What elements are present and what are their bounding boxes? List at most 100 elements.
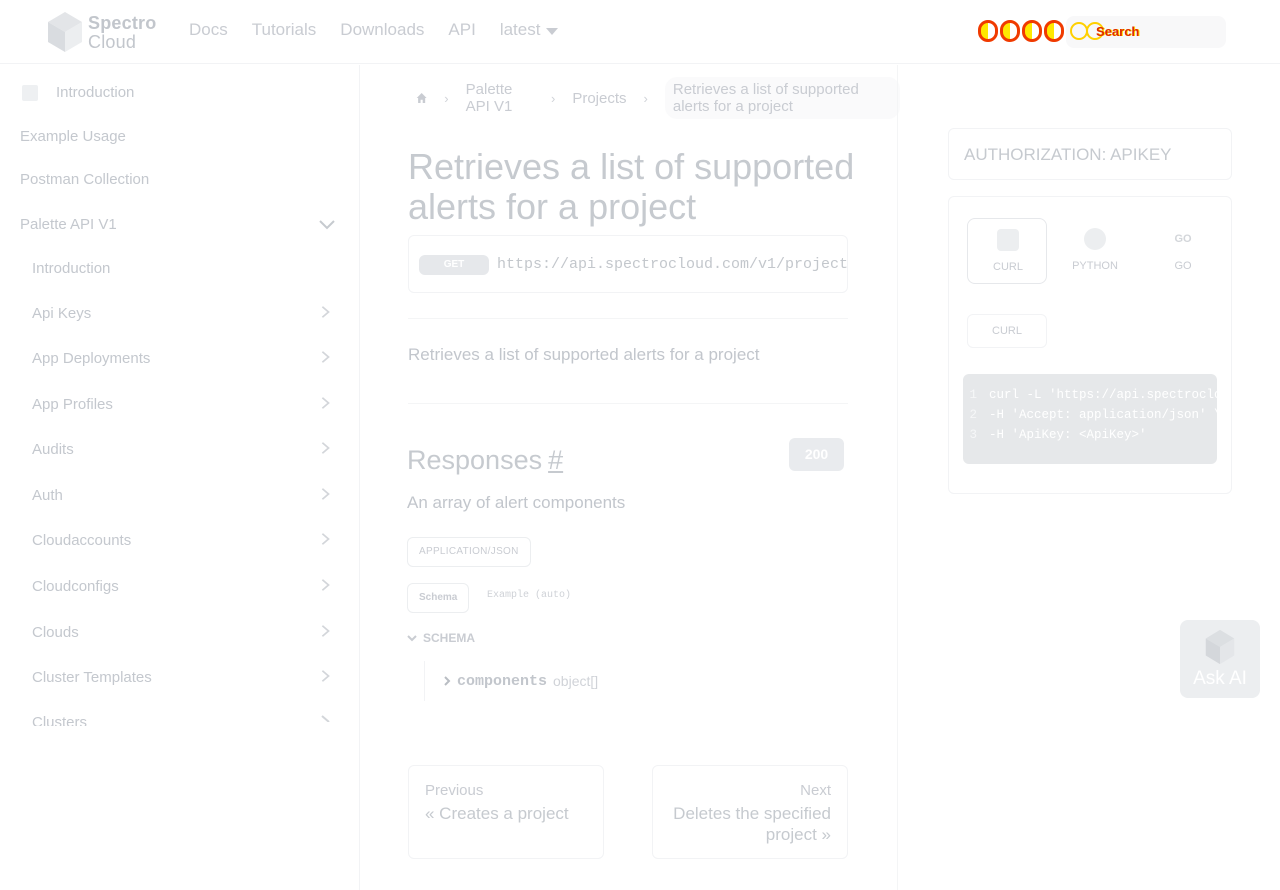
example-tab[interactable]: Example (auto): [487, 590, 571, 601]
python-icon: [1084, 228, 1106, 250]
sidebar-item-example-usage[interactable]: Example Usage: [20, 128, 126, 145]
chevron-down-icon[interactable]: [318, 217, 336, 231]
sidebar-item-clusters[interactable]: Clusters: [32, 714, 87, 726]
code-sub-tab-curl[interactable]: CURL: [967, 314, 1047, 348]
chevron-right-icon[interactable]: [318, 714, 332, 722]
pager-previous-button[interactable]: Previous « Creates a project: [408, 765, 604, 859]
chevron-right-icon[interactable]: [318, 396, 332, 410]
sidebar-item-auth[interactable]: Auth: [32, 487, 63, 504]
schema-label: SCHEMA: [423, 631, 476, 645]
nav-tutorials[interactable]: Tutorials: [252, 20, 317, 40]
chevron-down-icon: [407, 635, 417, 642]
chevron-right-icon[interactable]: [318, 624, 332, 638]
version-label: latest: [499, 20, 541, 39]
breadcrumb-separator-icon: ›: [444, 90, 449, 106]
mime-type-tab[interactable]: APPLICATION/JSON: [407, 537, 531, 567]
breadcrumb-item-palette-api-v1[interactable]: Palette API V1: [466, 81, 534, 115]
pager-previous-title: « Creates a project: [425, 804, 569, 823]
responses-title: Responses: [407, 445, 543, 475]
schema-property-row[interactable]: components object[]: [424, 661, 844, 701]
sidebar-item-app-deployments[interactable]: App Deployments: [32, 350, 150, 367]
breadcrumb: › Palette API V1 › Projects › Retrieves …: [416, 77, 900, 119]
response-description: An array of alert components: [407, 493, 626, 512]
code-line: 1curl -L 'https://api.spectrocloud.com/v…: [969, 388, 1217, 402]
sidebar-item-clouds[interactable]: Clouds: [32, 624, 79, 641]
lang-label-curl: CURL: [993, 261, 1023, 273]
ask-ai-logo-icon: [1205, 629, 1235, 665]
authorization-box: AUTHORIZATION: APIKEY: [948, 128, 1232, 180]
lang-label-python: PYTHON: [1072, 260, 1118, 272]
code-line: 3 -H 'ApiKey: <ApiKey>': [969, 428, 1147, 442]
chevron-right-icon[interactable]: [318, 487, 332, 501]
sidebar-item-cloudaccounts[interactable]: Cloudaccounts: [32, 532, 131, 549]
sidebar-item-v1-introduction[interactable]: Introduction: [32, 260, 110, 277]
lang-tab-go[interactable]: GO GO: [1143, 218, 1223, 284]
go-icon: GO: [1174, 233, 1192, 245]
curl-icon: [997, 229, 1019, 251]
authorization-title: AUTHORIZATION: APIKEY: [964, 145, 1172, 164]
sidebar-item-cluster-templates[interactable]: Cluster Templates: [32, 669, 152, 686]
pager-next-title: Deletes the specified project »: [673, 804, 831, 844]
property-name: components: [457, 672, 548, 690]
top-navbar: Spectro Cloud Docs Tutorials Downloads A…: [0, 0, 1280, 64]
sidebar-item-postman-collection[interactable]: Postman Collection: [20, 171, 149, 188]
book-icon: [22, 85, 38, 101]
lang-tab-python[interactable]: PYTHON: [1055, 218, 1135, 284]
sidebar: Introduction Example Usage Postman Colle…: [0, 65, 360, 890]
sidebar-item-audits[interactable]: Audits: [32, 441, 74, 458]
responses-heading: Responses #: [407, 445, 563, 476]
caret-down-icon: [546, 27, 559, 35]
search-placeholder: Search: [1096, 24, 1140, 39]
main-content: › Palette API V1 › Projects › Retrieves …: [360, 65, 900, 890]
logo-mark-icon: [48, 12, 82, 52]
code-sample-panel: CURL PYTHON GO GO CURL 1 curl -L 'https:/…: [948, 196, 1232, 494]
schema-toggle[interactable]: SCHEMA: [407, 631, 475, 645]
github-icon[interactable]: [978, 20, 998, 42]
chevron-right-icon[interactable]: [318, 305, 332, 319]
endpoint-description: Retrieves a list of supported alerts for…: [408, 345, 760, 364]
lang-tab-curl[interactable]: CURL: [967, 218, 1047, 284]
breadcrumb-item-current: Retrieves a list of supported alerts for…: [664, 77, 900, 119]
version-dropdown[interactable]: latest: [500, 20, 559, 40]
method-badge: GET: [419, 255, 489, 275]
discord-icon[interactable]: [1000, 20, 1020, 42]
search-input[interactable]: Search: [1066, 16, 1226, 48]
sidebar-item-api-keys[interactable]: Api Keys: [32, 305, 91, 322]
breadcrumb-separator-icon: ›: [643, 90, 648, 106]
sidebar-item-palette-api-v1[interactable]: Palette API V1: [20, 216, 117, 233]
breadcrumb-item-projects[interactable]: Projects: [572, 90, 626, 107]
right-panel: AUTHORIZATION: APIKEY CURL PYTHON GO GO …: [897, 65, 1280, 890]
theme-toggles: [978, 20, 1064, 42]
ask-ai-label: Ask AI: [1193, 668, 1247, 689]
schema-tab[interactable]: Schema: [407, 583, 470, 613]
code-line: 2 -H 'Accept: application/json' \: [969, 408, 1217, 422]
divider: [408, 318, 848, 319]
endpoint-path: https://api.spectrocloud.com/v1/projects…: [497, 256, 848, 273]
page-title: Retrieves a list of supported alerts for…: [408, 146, 855, 227]
chevron-right-icon[interactable]: [318, 669, 332, 683]
nav-api[interactable]: API: [448, 20, 475, 40]
breadcrumb-separator-icon: ›: [550, 90, 556, 106]
pager-next-button[interactable]: Next Deletes the specified project »: [652, 765, 848, 859]
chevron-right-icon[interactable]: [318, 350, 332, 364]
spectro-cloud-logo[interactable]: Spectro Cloud: [48, 12, 158, 54]
nav-docs[interactable]: Docs: [189, 20, 228, 40]
property-type: object[]: [553, 673, 599, 689]
main-nav: Docs Tutorials Downloads API latest: [189, 20, 559, 40]
chevron-right-icon[interactable]: [318, 578, 332, 592]
responses-anchor-link[interactable]: #: [548, 445, 563, 475]
chevron-right-icon[interactable]: [318, 532, 332, 546]
dark-mode-toggle-icon[interactable]: [1022, 20, 1042, 42]
chevron-right-icon: [444, 676, 451, 686]
sidebar-item-introduction[interactable]: Introduction: [56, 84, 134, 101]
sidebar-item-app-profiles[interactable]: App Profiles: [32, 396, 113, 413]
nav-downloads[interactable]: Downloads: [340, 20, 424, 40]
contrast-toggle-icon[interactable]: [1044, 20, 1064, 42]
ask-ai-button[interactable]: Ask AI: [1180, 620, 1260, 698]
home-icon[interactable]: [416, 90, 427, 106]
status-code-tab[interactable]: 200: [789, 438, 844, 471]
sidebar-item-cloudconfigs[interactable]: Cloudconfigs: [32, 578, 119, 595]
code-block[interactable]: 1curl -L 'https://api.spectrocloud.com/v…: [963, 374, 1217, 464]
chevron-right-icon[interactable]: [318, 441, 332, 455]
pager-previous-label: Previous: [425, 782, 484, 799]
